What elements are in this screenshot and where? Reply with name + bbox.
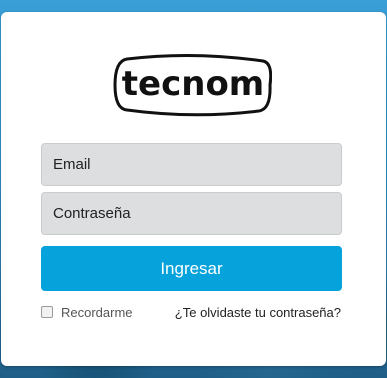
email-field[interactable]: Email xyxy=(41,143,342,186)
remember-me-option[interactable]: Recordarme xyxy=(41,303,133,321)
login-card: tecnom Email Contraseña Ingresar Recorda… xyxy=(1,12,386,366)
forgot-password-link[interactable]: ¿Te olvidaste tu contraseña? xyxy=(175,303,341,321)
login-button-label: Ingresar xyxy=(160,258,223,278)
password-placeholder: Contraseña xyxy=(53,205,131,222)
password-field[interactable]: Contraseña xyxy=(41,192,342,235)
tecnom-logo: tecnom xyxy=(113,53,272,117)
login-button[interactable]: Ingresar xyxy=(41,246,342,291)
remember-me-label[interactable]: Recordarme xyxy=(61,305,133,320)
remember-me-checkbox[interactable] xyxy=(41,306,53,318)
email-placeholder: Email xyxy=(53,156,91,173)
logo-text: tecnom xyxy=(122,64,264,104)
